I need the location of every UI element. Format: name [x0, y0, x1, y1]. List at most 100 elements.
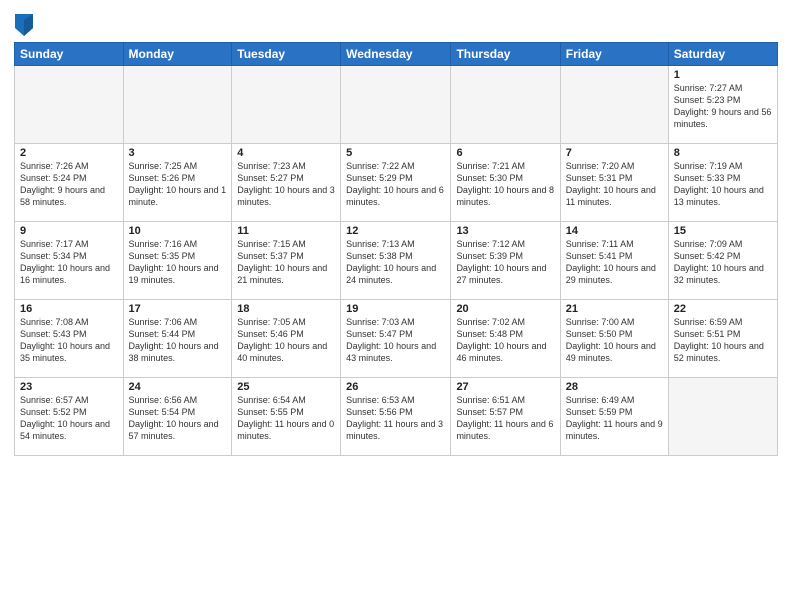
- calendar-header-thursday: Thursday: [451, 43, 560, 66]
- calendar-cell: 1Sunrise: 7:27 AM Sunset: 5:23 PM Daylig…: [668, 66, 777, 144]
- day-number: 27: [456, 381, 554, 393]
- calendar-header-wednesday: Wednesday: [341, 43, 451, 66]
- day-number: 4: [237, 147, 335, 159]
- calendar-cell: 12Sunrise: 7:13 AM Sunset: 5:38 PM Dayli…: [341, 222, 451, 300]
- day-info: Sunrise: 7:00 AM Sunset: 5:50 PM Dayligh…: [566, 316, 663, 365]
- calendar-cell: 27Sunrise: 6:51 AM Sunset: 5:57 PM Dayli…: [451, 378, 560, 456]
- day-info: Sunrise: 6:57 AM Sunset: 5:52 PM Dayligh…: [20, 394, 118, 443]
- day-number: 10: [129, 225, 227, 237]
- day-info: Sunrise: 6:49 AM Sunset: 5:59 PM Dayligh…: [566, 394, 663, 443]
- calendar-cell: 11Sunrise: 7:15 AM Sunset: 5:37 PM Dayli…: [232, 222, 341, 300]
- day-info: Sunrise: 7:05 AM Sunset: 5:46 PM Dayligh…: [237, 316, 335, 365]
- day-info: Sunrise: 6:54 AM Sunset: 5:55 PM Dayligh…: [237, 394, 335, 443]
- calendar-cell: [15, 66, 124, 144]
- calendar-cell: 26Sunrise: 6:53 AM Sunset: 5:56 PM Dayli…: [341, 378, 451, 456]
- logo-icon: [15, 14, 33, 36]
- day-info: Sunrise: 7:12 AM Sunset: 5:39 PM Dayligh…: [456, 238, 554, 287]
- day-number: 25: [237, 381, 335, 393]
- day-number: 15: [674, 225, 772, 237]
- day-info: Sunrise: 7:26 AM Sunset: 5:24 PM Dayligh…: [20, 160, 118, 209]
- day-number: 17: [129, 303, 227, 315]
- day-number: 16: [20, 303, 118, 315]
- calendar-cell: 18Sunrise: 7:05 AM Sunset: 5:46 PM Dayli…: [232, 300, 341, 378]
- calendar-cell: 23Sunrise: 6:57 AM Sunset: 5:52 PM Dayli…: [15, 378, 124, 456]
- day-info: Sunrise: 6:51 AM Sunset: 5:57 PM Dayligh…: [456, 394, 554, 443]
- calendar-cell: [341, 66, 451, 144]
- day-info: Sunrise: 7:19 AM Sunset: 5:33 PM Dayligh…: [674, 160, 772, 209]
- day-number: 8: [674, 147, 772, 159]
- day-info: Sunrise: 7:09 AM Sunset: 5:42 PM Dayligh…: [674, 238, 772, 287]
- day-info: Sunrise: 6:59 AM Sunset: 5:51 PM Dayligh…: [674, 316, 772, 365]
- day-info: Sunrise: 7:23 AM Sunset: 5:27 PM Dayligh…: [237, 160, 335, 209]
- logo: [14, 14, 35, 36]
- calendar-cell: 3Sunrise: 7:25 AM Sunset: 5:26 PM Daylig…: [123, 144, 232, 222]
- day-number: 23: [20, 381, 118, 393]
- day-info: Sunrise: 7:11 AM Sunset: 5:41 PM Dayligh…: [566, 238, 663, 287]
- calendar-cell: 2Sunrise: 7:26 AM Sunset: 5:24 PM Daylig…: [15, 144, 124, 222]
- calendar-cell: 7Sunrise: 7:20 AM Sunset: 5:31 PM Daylig…: [560, 144, 668, 222]
- day-info: Sunrise: 7:06 AM Sunset: 5:44 PM Dayligh…: [129, 316, 227, 365]
- day-number: 1: [674, 69, 772, 81]
- day-number: 9: [20, 225, 118, 237]
- header: [14, 10, 778, 36]
- day-number: 19: [346, 303, 445, 315]
- day-number: 22: [674, 303, 772, 315]
- calendar-cell: 8Sunrise: 7:19 AM Sunset: 5:33 PM Daylig…: [668, 144, 777, 222]
- calendar-cell: 22Sunrise: 6:59 AM Sunset: 5:51 PM Dayli…: [668, 300, 777, 378]
- day-number: 13: [456, 225, 554, 237]
- day-info: Sunrise: 7:25 AM Sunset: 5:26 PM Dayligh…: [129, 160, 227, 209]
- day-info: Sunrise: 7:15 AM Sunset: 5:37 PM Dayligh…: [237, 238, 335, 287]
- day-info: Sunrise: 7:13 AM Sunset: 5:38 PM Dayligh…: [346, 238, 445, 287]
- calendar-cell: 24Sunrise: 6:56 AM Sunset: 5:54 PM Dayli…: [123, 378, 232, 456]
- calendar-cell: 16Sunrise: 7:08 AM Sunset: 5:43 PM Dayli…: [15, 300, 124, 378]
- calendar-table: SundayMondayTuesdayWednesdayThursdayFrid…: [14, 42, 778, 456]
- day-number: 3: [129, 147, 227, 159]
- calendar-header-sunday: Sunday: [15, 43, 124, 66]
- calendar-cell: 15Sunrise: 7:09 AM Sunset: 5:42 PM Dayli…: [668, 222, 777, 300]
- day-info: Sunrise: 7:20 AM Sunset: 5:31 PM Dayligh…: [566, 160, 663, 209]
- calendar-cell: 20Sunrise: 7:02 AM Sunset: 5:48 PM Dayli…: [451, 300, 560, 378]
- calendar-header-tuesday: Tuesday: [232, 43, 341, 66]
- calendar-week-row: 16Sunrise: 7:08 AM Sunset: 5:43 PM Dayli…: [15, 300, 778, 378]
- day-info: Sunrise: 7:02 AM Sunset: 5:48 PM Dayligh…: [456, 316, 554, 365]
- day-info: Sunrise: 7:27 AM Sunset: 5:23 PM Dayligh…: [674, 82, 772, 131]
- day-number: 26: [346, 381, 445, 393]
- calendar-cell: [232, 66, 341, 144]
- calendar-header-saturday: Saturday: [668, 43, 777, 66]
- day-number: 20: [456, 303, 554, 315]
- calendar-cell: 17Sunrise: 7:06 AM Sunset: 5:44 PM Dayli…: [123, 300, 232, 378]
- calendar-header-row: SundayMondayTuesdayWednesdayThursdayFrid…: [15, 43, 778, 66]
- calendar-cell: 9Sunrise: 7:17 AM Sunset: 5:34 PM Daylig…: [15, 222, 124, 300]
- day-number: 21: [566, 303, 663, 315]
- day-info: Sunrise: 7:17 AM Sunset: 5:34 PM Dayligh…: [20, 238, 118, 287]
- day-number: 7: [566, 147, 663, 159]
- calendar-week-row: 1Sunrise: 7:27 AM Sunset: 5:23 PM Daylig…: [15, 66, 778, 144]
- day-info: Sunrise: 7:08 AM Sunset: 5:43 PM Dayligh…: [20, 316, 118, 365]
- day-info: Sunrise: 7:21 AM Sunset: 5:30 PM Dayligh…: [456, 160, 554, 209]
- calendar-cell: [451, 66, 560, 144]
- day-number: 2: [20, 147, 118, 159]
- day-info: Sunrise: 6:56 AM Sunset: 5:54 PM Dayligh…: [129, 394, 227, 443]
- calendar-week-row: 2Sunrise: 7:26 AM Sunset: 5:24 PM Daylig…: [15, 144, 778, 222]
- day-info: Sunrise: 7:03 AM Sunset: 5:47 PM Dayligh…: [346, 316, 445, 365]
- calendar-cell: [668, 378, 777, 456]
- day-number: 24: [129, 381, 227, 393]
- calendar-header-monday: Monday: [123, 43, 232, 66]
- calendar-cell: 25Sunrise: 6:54 AM Sunset: 5:55 PM Dayli…: [232, 378, 341, 456]
- calendar-cell: 19Sunrise: 7:03 AM Sunset: 5:47 PM Dayli…: [341, 300, 451, 378]
- calendar-cell: 4Sunrise: 7:23 AM Sunset: 5:27 PM Daylig…: [232, 144, 341, 222]
- calendar-week-row: 23Sunrise: 6:57 AM Sunset: 5:52 PM Dayli…: [15, 378, 778, 456]
- calendar-cell: 13Sunrise: 7:12 AM Sunset: 5:39 PM Dayli…: [451, 222, 560, 300]
- day-number: 14: [566, 225, 663, 237]
- calendar-cell: [560, 66, 668, 144]
- day-number: 6: [456, 147, 554, 159]
- day-info: Sunrise: 7:16 AM Sunset: 5:35 PM Dayligh…: [129, 238, 227, 287]
- page: SundayMondayTuesdayWednesdayThursdayFrid…: [0, 0, 792, 612]
- calendar-cell: 28Sunrise: 6:49 AM Sunset: 5:59 PM Dayli…: [560, 378, 668, 456]
- calendar-cell: 21Sunrise: 7:00 AM Sunset: 5:50 PM Dayli…: [560, 300, 668, 378]
- day-number: 5: [346, 147, 445, 159]
- calendar-week-row: 9Sunrise: 7:17 AM Sunset: 5:34 PM Daylig…: [15, 222, 778, 300]
- calendar-cell: 5Sunrise: 7:22 AM Sunset: 5:29 PM Daylig…: [341, 144, 451, 222]
- calendar-cell: 6Sunrise: 7:21 AM Sunset: 5:30 PM Daylig…: [451, 144, 560, 222]
- day-info: Sunrise: 7:22 AM Sunset: 5:29 PM Dayligh…: [346, 160, 445, 209]
